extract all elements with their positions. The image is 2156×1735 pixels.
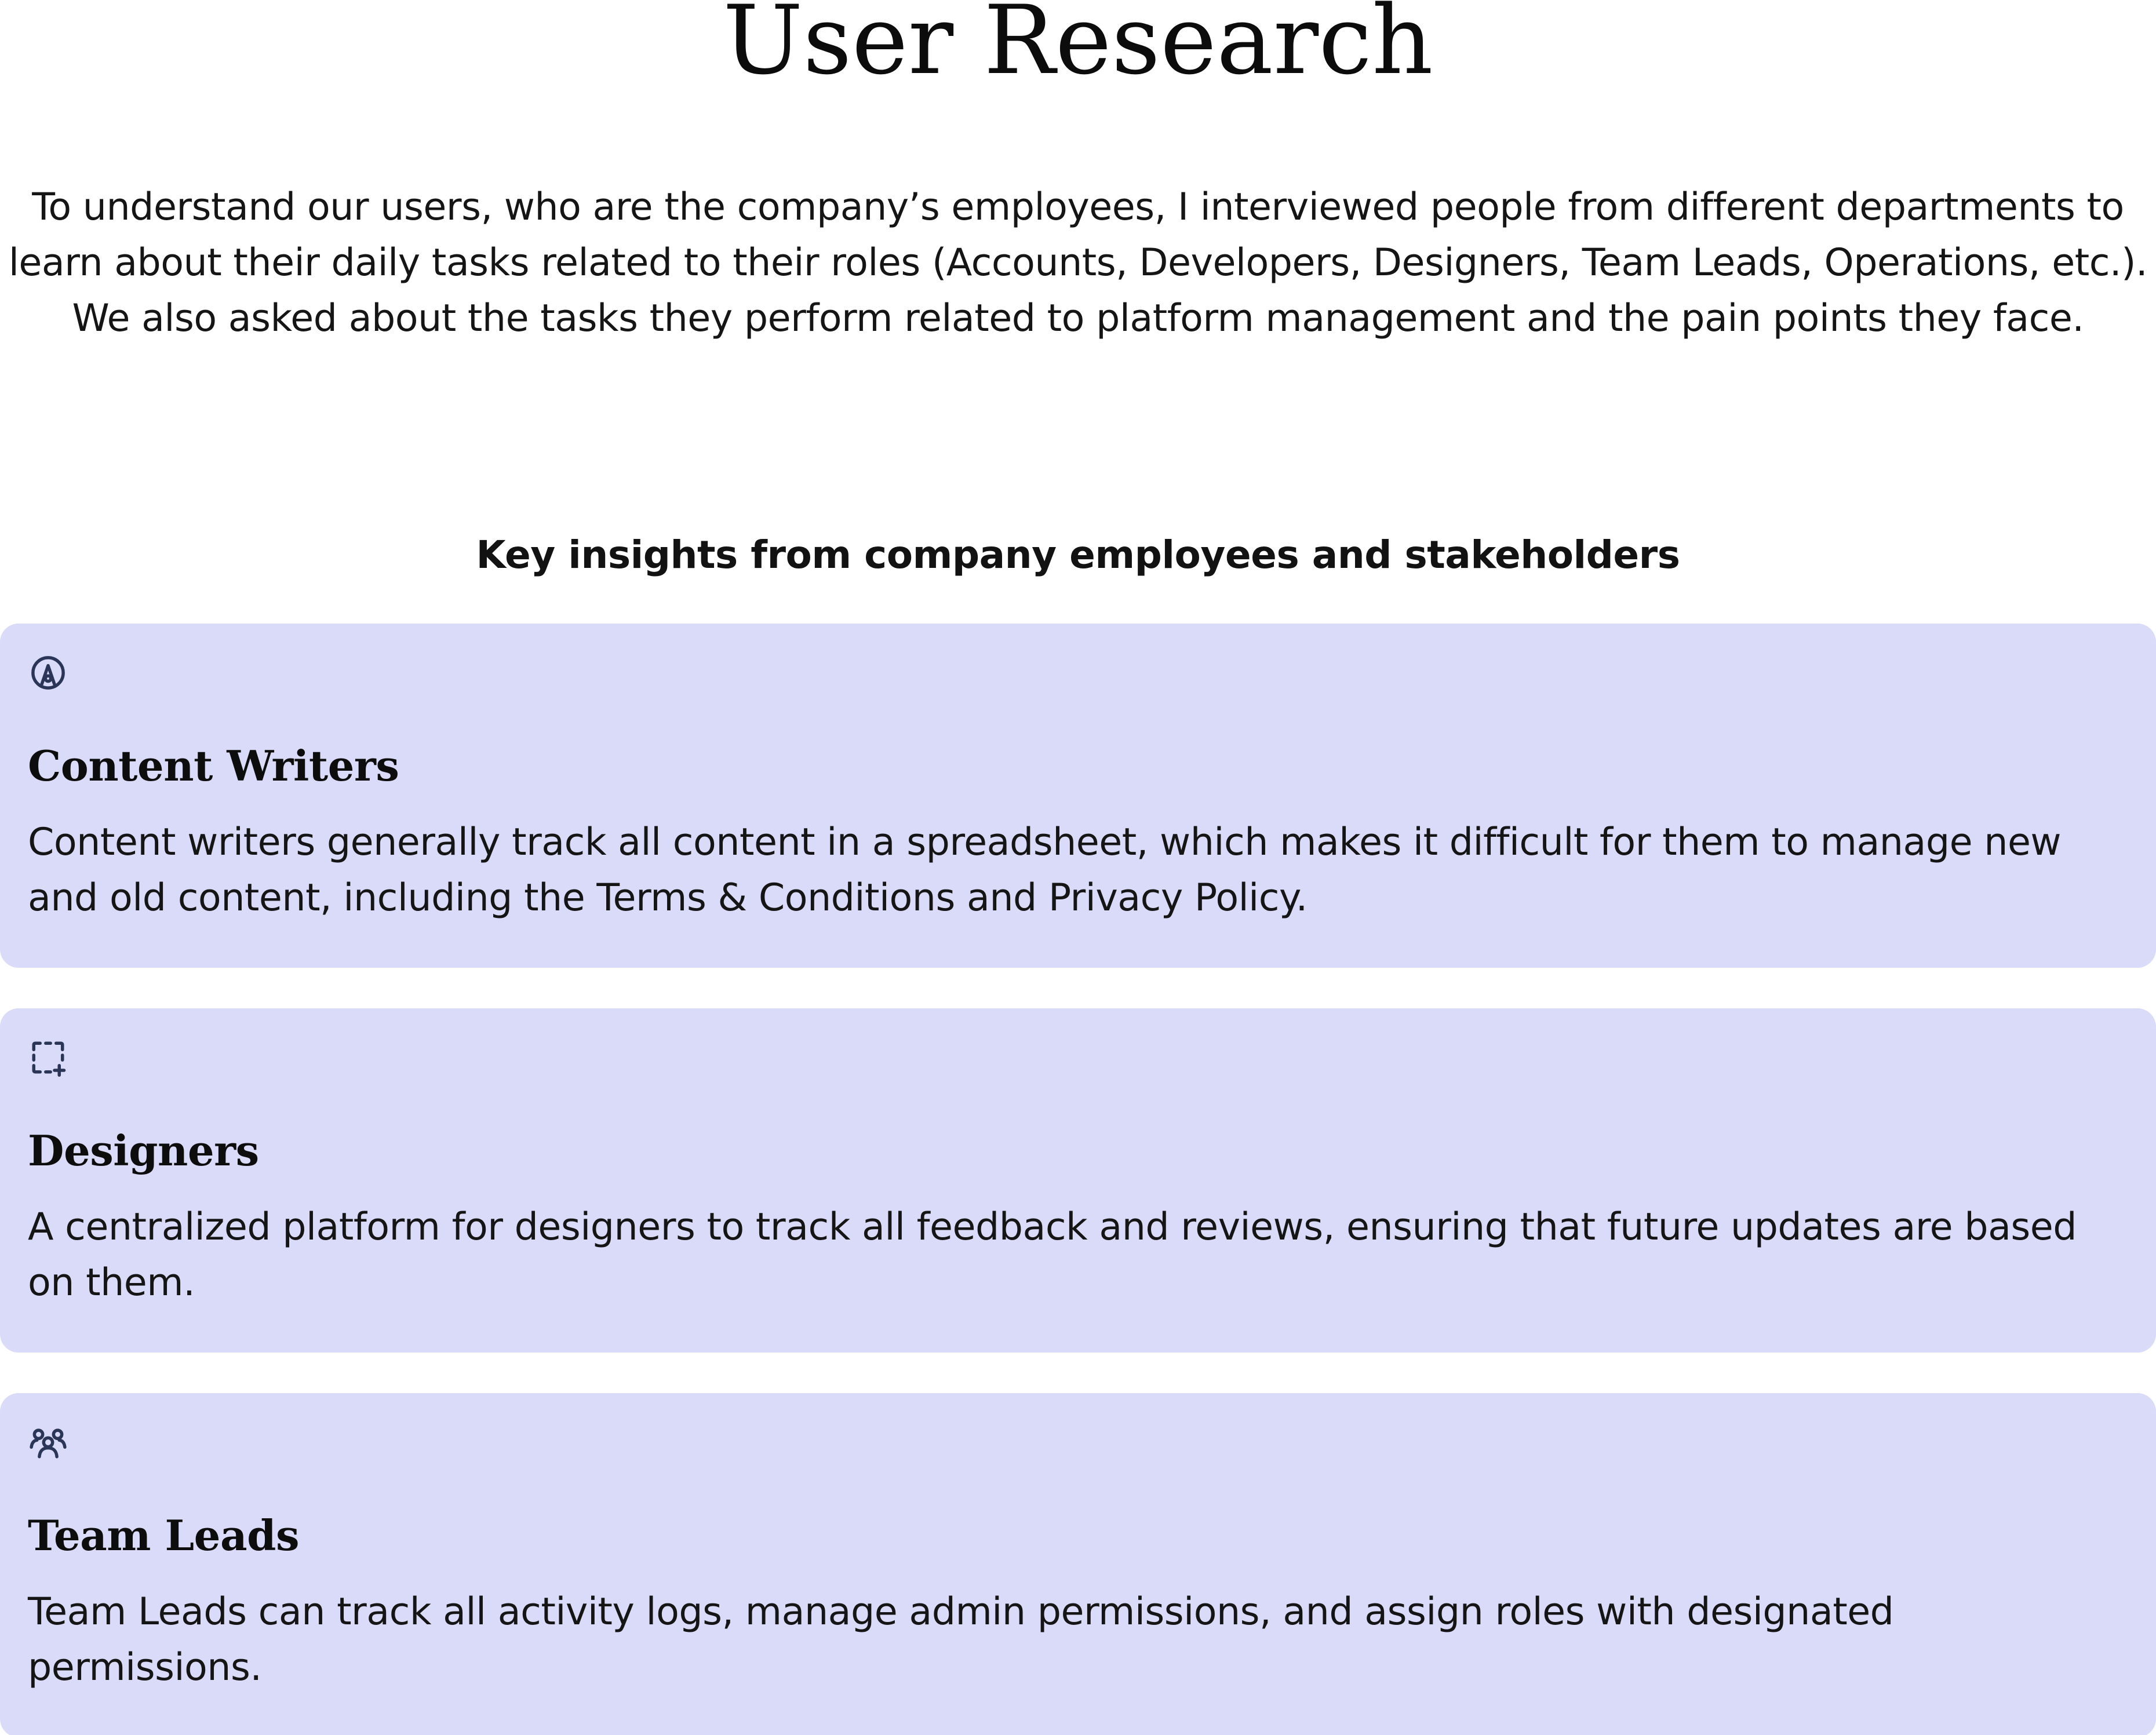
card-description: A centralized platform for designers to …	[28, 1205, 2077, 1304]
card-title: Designers	[28, 1126, 259, 1175]
dashed-frame-add-icon	[29, 1038, 67, 1077]
insight-card-team-leads: Team Leads Team Leads can track all acti…	[0, 1393, 2156, 1735]
insight-card-content-writers: Content Writers Content writers generall…	[0, 624, 2156, 968]
card-description: Content writers generally track all cont…	[28, 821, 2062, 920]
pen-tool-icon	[29, 654, 67, 692]
card-title: Team Leads	[28, 1511, 300, 1560]
intro-paragraph: To understand our users, who are the com…	[8, 185, 2148, 340]
card-title: Content Writers	[28, 741, 399, 790]
insights-heading: Key insights from company employees and …	[476, 533, 1680, 577]
insight-card-designers: Designers A centralized platform for des…	[0, 1008, 2156, 1353]
card-description: Team Leads can track all activity logs, …	[28, 1590, 1894, 1689]
user-group-icon	[29, 1423, 67, 1461]
page-title: User Research	[723, 0, 1433, 96]
